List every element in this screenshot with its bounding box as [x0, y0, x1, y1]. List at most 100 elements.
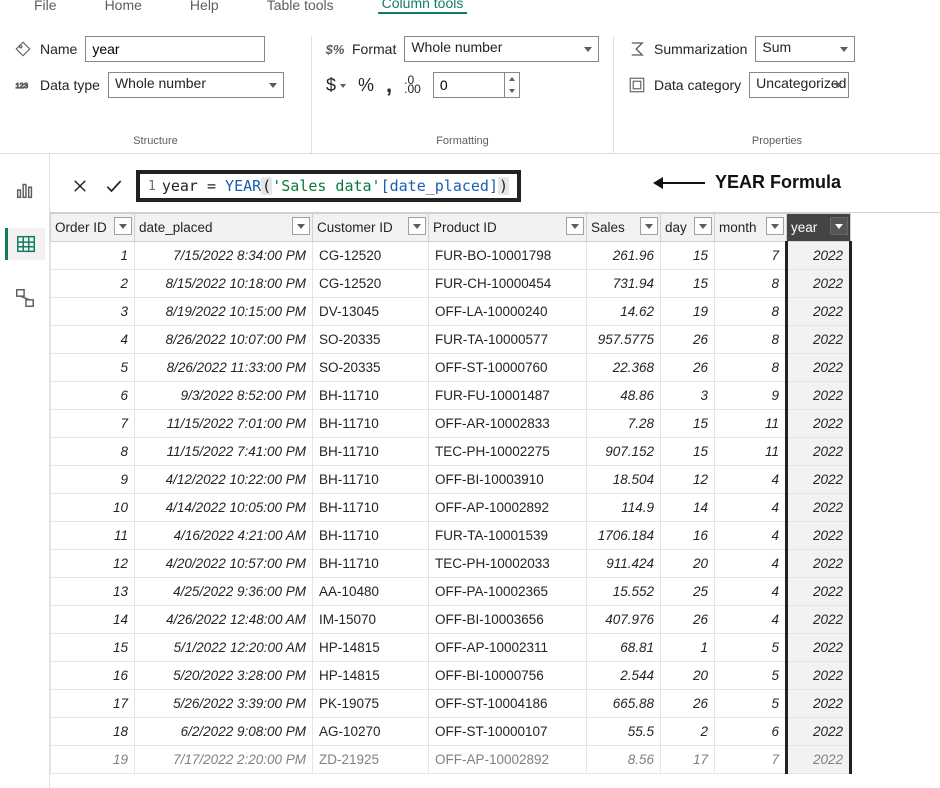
cell-month[interactable]: 8 — [715, 270, 787, 298]
column-header-sales[interactable]: Sales — [587, 214, 661, 242]
cell-month[interactable]: 8 — [715, 298, 787, 326]
cell-day[interactable]: 15 — [661, 410, 715, 438]
cell-product_id[interactable]: FUR-BO-10001798 — [429, 242, 587, 270]
cell-order_id[interactable]: 12 — [51, 550, 135, 578]
cell-month[interactable]: 9 — [715, 382, 787, 410]
cell-date_placed[interactable]: 9/3/2022 8:52:00 PM — [135, 382, 313, 410]
cell-order_id[interactable]: 9 — [51, 466, 135, 494]
cell-date_placed[interactable]: 6/2/2022 9:08:00 PM — [135, 718, 313, 746]
column-header-date_placed[interactable]: date_placed — [135, 214, 313, 242]
cell-month[interactable]: 6 — [715, 718, 787, 746]
column-filter-button[interactable] — [766, 217, 784, 235]
cell-sales[interactable]: 665.88 — [587, 690, 661, 718]
cell-year[interactable]: 2022 — [787, 522, 851, 550]
cell-sales[interactable]: 18.504 — [587, 466, 661, 494]
datatype-select[interactable]: Whole number — [108, 72, 284, 98]
cell-order_id[interactable]: 15 — [51, 634, 135, 662]
cell-year[interactable]: 2022 — [787, 326, 851, 354]
cell-customer_id[interactable]: BH-11710 — [313, 438, 429, 466]
cell-day[interactable]: 3 — [661, 382, 715, 410]
decimal-places-input[interactable] — [434, 73, 504, 97]
table-row[interactable]: 165/20/2022 3:28:00 PMHP-14815OFF-BI-100… — [51, 662, 851, 690]
data-grid[interactable]: Order IDdate_placedCustomer IDProduct ID… — [50, 212, 940, 774]
cell-month[interactable]: 4 — [715, 606, 787, 634]
tab-column-tools[interactable]: Column tools — [378, 0, 468, 14]
cell-month[interactable]: 4 — [715, 578, 787, 606]
cell-date_placed[interactable]: 4/14/2022 10:05:00 PM — [135, 494, 313, 522]
cell-day[interactable]: 25 — [661, 578, 715, 606]
cell-sales[interactable]: 911.424 — [587, 550, 661, 578]
table-row[interactable]: 17/15/2022 8:34:00 PMCG-12520FUR-BO-1000… — [51, 242, 851, 270]
cell-product_id[interactable]: OFF-AR-10002833 — [429, 410, 587, 438]
cell-customer_id[interactable]: SO-20335 — [313, 354, 429, 382]
cell-order_id[interactable]: 19 — [51, 746, 135, 774]
cell-product_id[interactable]: OFF-LA-10000240 — [429, 298, 587, 326]
cell-date_placed[interactable]: 5/1/2022 12:20:00 AM — [135, 634, 313, 662]
cell-month[interactable]: 5 — [715, 634, 787, 662]
cell-customer_id[interactable]: CG-12520 — [313, 242, 429, 270]
table-row[interactable]: 48/26/2022 10:07:00 PMSO-20335FUR-TA-100… — [51, 326, 851, 354]
column-filter-button[interactable] — [292, 217, 310, 235]
cell-customer_id[interactable]: BH-11710 — [313, 550, 429, 578]
table-row[interactable]: 94/12/2022 10:22:00 PMBH-11710OFF-BI-100… — [51, 466, 851, 494]
column-filter-button[interactable] — [408, 217, 426, 235]
cell-date_placed[interactable]: 8/19/2022 10:15:00 PM — [135, 298, 313, 326]
percent-button[interactable]: % — [358, 75, 374, 96]
cell-date_placed[interactable]: 5/26/2022 3:39:00 PM — [135, 690, 313, 718]
cell-year[interactable]: 2022 — [787, 690, 851, 718]
cell-date_placed[interactable]: 8/26/2022 10:07:00 PM — [135, 326, 313, 354]
cell-customer_id[interactable]: CG-12520 — [313, 270, 429, 298]
column-header-order_id[interactable]: Order ID — [51, 214, 135, 242]
cell-product_id[interactable]: OFF-AP-10002892 — [429, 746, 587, 774]
cell-date_placed[interactable]: 4/20/2022 10:57:00 PM — [135, 550, 313, 578]
datacategory-select[interactable]: Uncategorized — [749, 72, 849, 98]
cell-day[interactable]: 15 — [661, 438, 715, 466]
cell-product_id[interactable]: OFF-BI-10000756 — [429, 662, 587, 690]
cell-product_id[interactable]: OFF-PA-10002365 — [429, 578, 587, 606]
report-view-button[interactable] — [5, 174, 45, 206]
tab-table-tools[interactable]: Table tools — [263, 0, 338, 14]
tab-help[interactable]: Help — [186, 0, 223, 14]
summarization-select[interactable]: Sum — [755, 36, 855, 62]
cell-sales[interactable]: 7.28 — [587, 410, 661, 438]
cell-order_id[interactable]: 5 — [51, 354, 135, 382]
cell-product_id[interactable]: FUR-TA-10001539 — [429, 522, 587, 550]
cell-day[interactable]: 2 — [661, 718, 715, 746]
cell-month[interactable]: 5 — [715, 662, 787, 690]
cell-year[interactable]: 2022 — [787, 410, 851, 438]
cell-sales[interactable]: 15.552 — [587, 578, 661, 606]
cell-sales[interactable]: 957.5775 — [587, 326, 661, 354]
cell-month[interactable]: 11 — [715, 410, 787, 438]
column-header-day[interactable]: day — [661, 214, 715, 242]
cell-date_placed[interactable]: 4/25/2022 9:36:00 PM — [135, 578, 313, 606]
cell-day[interactable]: 26 — [661, 606, 715, 634]
cell-order_id[interactable]: 17 — [51, 690, 135, 718]
table-row[interactable]: 124/20/2022 10:57:00 PMBH-11710TEC-PH-10… — [51, 550, 851, 578]
cell-month[interactable]: 4 — [715, 522, 787, 550]
cell-day[interactable]: 15 — [661, 242, 715, 270]
cell-customer_id[interactable]: BH-11710 — [313, 522, 429, 550]
cell-order_id[interactable]: 16 — [51, 662, 135, 690]
cell-order_id[interactable]: 18 — [51, 718, 135, 746]
table-row[interactable]: 69/3/2022 8:52:00 PMBH-11710FUR-FU-10001… — [51, 382, 851, 410]
cell-year[interactable]: 2022 — [787, 298, 851, 326]
cell-date_placed[interactable]: 8/26/2022 11:33:00 PM — [135, 354, 313, 382]
cell-day[interactable]: 1 — [661, 634, 715, 662]
commit-formula-button[interactable] — [102, 174, 126, 198]
cell-date_placed[interactable]: 7/17/2022 2:20:00 PM — [135, 746, 313, 774]
cell-order_id[interactable]: 10 — [51, 494, 135, 522]
cell-sales[interactable]: 907.152 — [587, 438, 661, 466]
format-select[interactable]: Whole number — [404, 36, 599, 62]
cell-customer_id[interactable]: AG-10270 — [313, 718, 429, 746]
table-row[interactable]: 38/19/2022 10:15:00 PMDV-13045OFF-LA-100… — [51, 298, 851, 326]
cell-month[interactable]: 7 — [715, 242, 787, 270]
name-input[interactable] — [85, 36, 265, 62]
table-row[interactable]: 711/15/2022 7:01:00 PMBH-11710OFF-AR-100… — [51, 410, 851, 438]
cell-year[interactable]: 2022 — [787, 242, 851, 270]
cell-product_id[interactable]: OFF-ST-10004186 — [429, 690, 587, 718]
data-view-button[interactable] — [5, 228, 45, 260]
currency-button[interactable]: $ — [326, 75, 346, 96]
cell-order_id[interactable]: 11 — [51, 522, 135, 550]
cell-order_id[interactable]: 6 — [51, 382, 135, 410]
table-row[interactable]: 28/15/2022 10:18:00 PMCG-12520FUR-CH-100… — [51, 270, 851, 298]
